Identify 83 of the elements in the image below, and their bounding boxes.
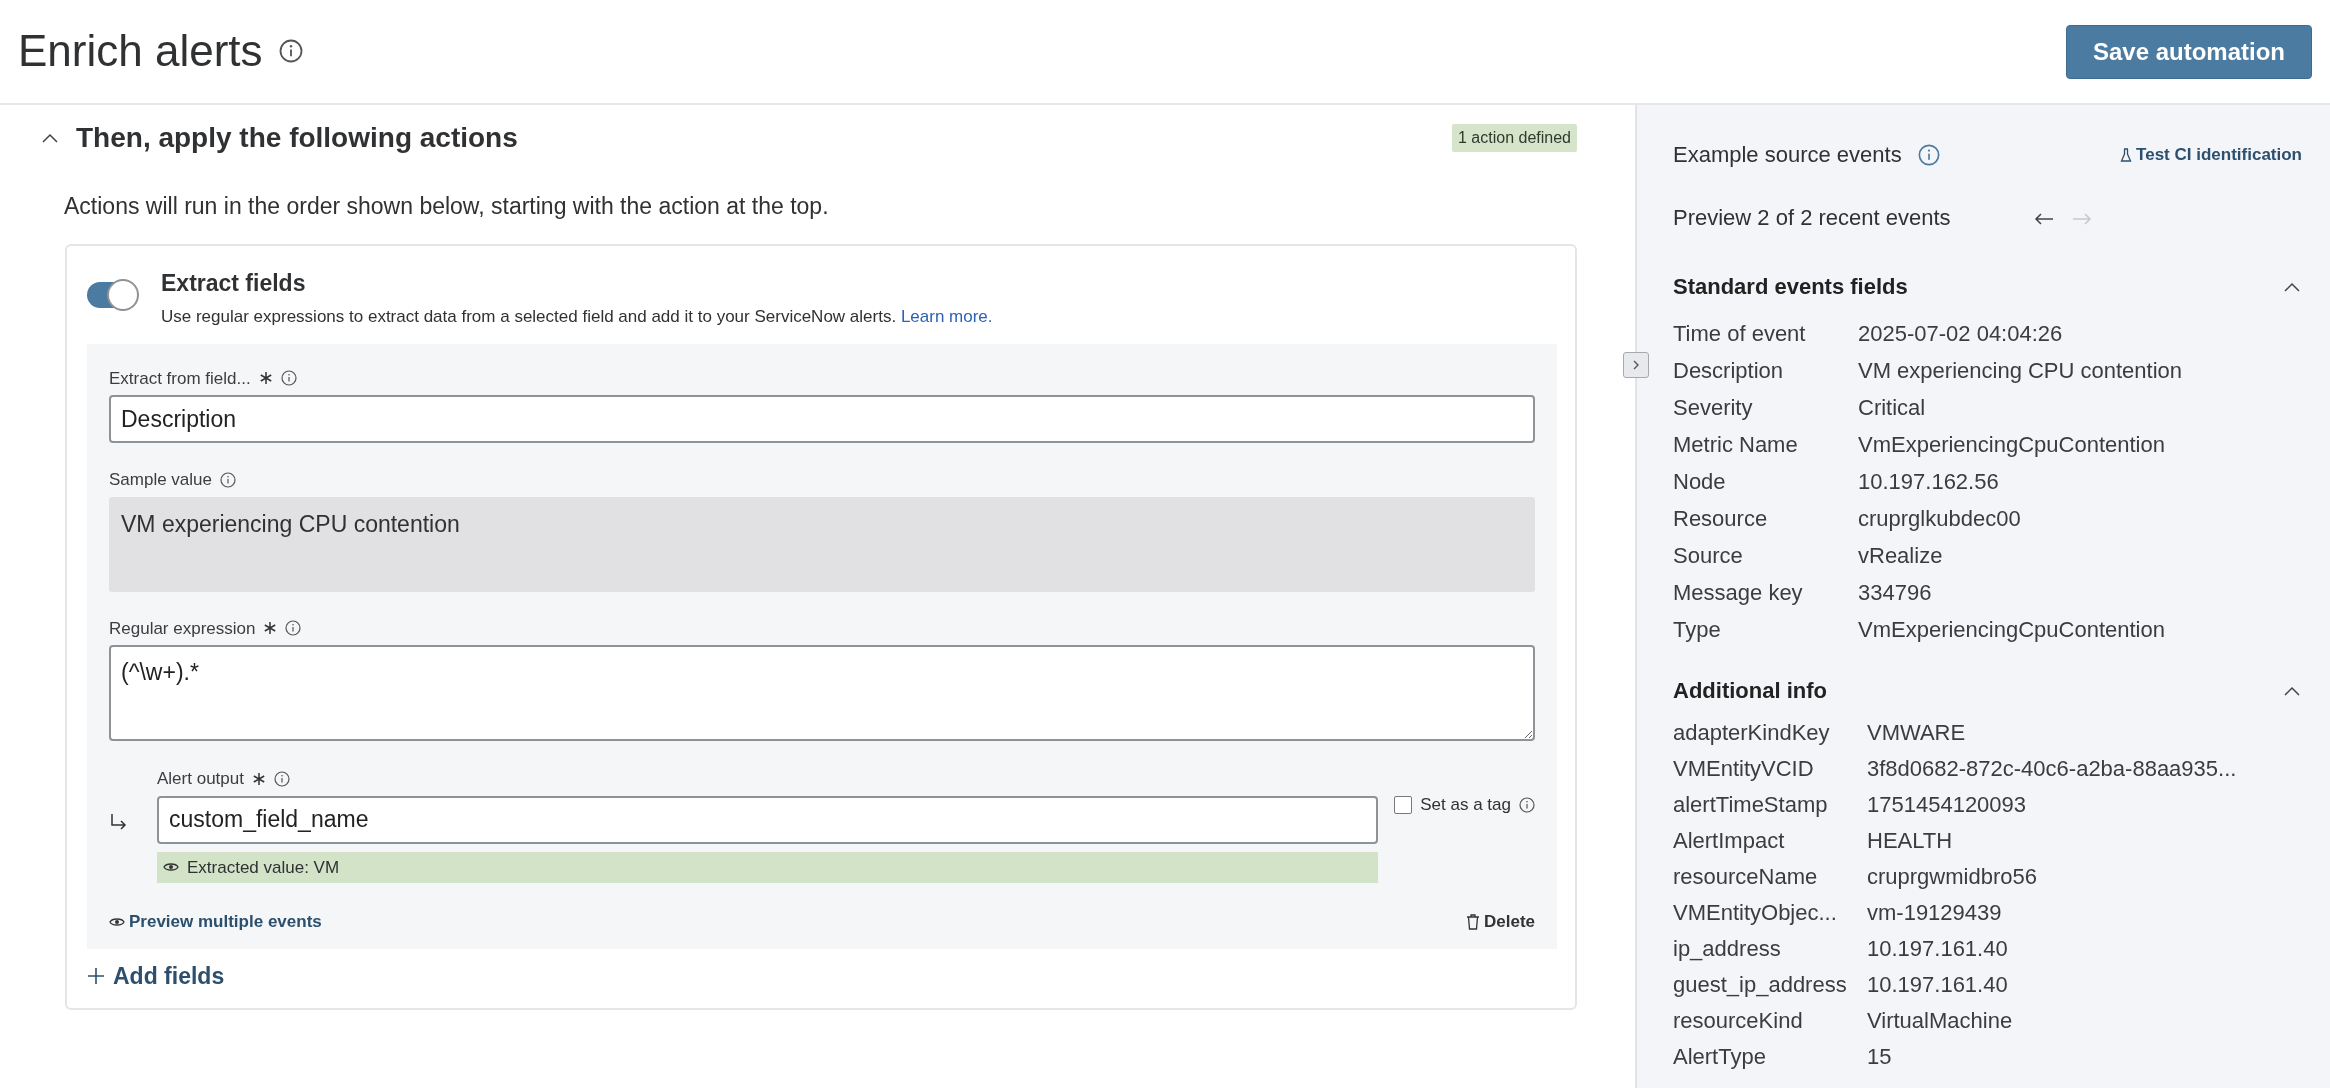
info-icon[interactable] [220, 471, 236, 488]
group-title: Additional info [1673, 677, 1827, 705]
field-value: VmExperiencingCpuContention [1858, 431, 2165, 459]
field-key: Message key [1673, 574, 1858, 611]
field-label: Alert output [157, 768, 244, 790]
group-title: Standard events fields [1673, 273, 1908, 301]
field-label: Regular expression [109, 617, 256, 640]
field-key: resourceName [1673, 859, 1867, 895]
panel-title: Example source events [1673, 141, 1902, 169]
delete-button[interactable]: Delete [1465, 913, 1535, 931]
input-field[interactable]: custom_field_name [157, 795, 1379, 844]
field-key: Node [1673, 463, 1858, 500]
field-value: 3f8d0682-872c-40c6-a2ba-88aa935... [1867, 755, 2237, 783]
info-icon[interactable] [273, 770, 290, 787]
chevron-right-icon [1631, 359, 1641, 371]
field-value: 15 [1867, 1043, 1892, 1071]
field-value: cruprglkubdec00 [1858, 505, 2021, 533]
field-value: vm-19129439 [1867, 899, 2002, 927]
field-key: Time of event [1673, 315, 1858, 352]
action-description: Use regular expressions to extract data from a selected field and add it to your ServiceNow alerts. [161, 307, 897, 326]
field-key: adapterKindKey [1673, 715, 1867, 751]
eye-icon [163, 861, 179, 874]
field-key: Source [1673, 537, 1858, 574]
field-value: 10.197.162.56 [1858, 468, 1999, 496]
required-icon [263, 621, 278, 636]
section-description: Actions will run in the order shown below, starting with the action at the top. [63, 192, 830, 221]
page-title: Enrich alerts [18, 25, 263, 78]
toggle-switch[interactable] [87, 281, 137, 308]
field-label: Sample value [109, 469, 212, 491]
test-ci-link[interactable]: Test CI identification [2120, 141, 2302, 168]
field-key: Type [1673, 611, 1858, 648]
regex-field[interactable]: (^\w+).* [109, 645, 1535, 741]
action-title: Extract fields [161, 268, 307, 298]
save-button[interactable]: Save automation [2065, 24, 2312, 79]
input-field[interactable]: Description [109, 395, 1535, 443]
field-key: alertTimeStamp [1673, 787, 1867, 823]
info-icon[interactable] [280, 370, 297, 387]
field-key: AlertImpact [1673, 823, 1867, 859]
field-value: VMWARE [1867, 719, 1966, 747]
learn-more-link[interactable]: Learn more. [900, 307, 993, 326]
field-value: 10.197.161.40 [1867, 971, 2008, 999]
trash-icon [1465, 913, 1480, 930]
field-value: Critical [1858, 394, 1926, 422]
field-value: 1751454120093 [1867, 791, 2027, 819]
field-key: guest_ip_address [1673, 967, 1867, 1003]
field-value: vRealize [1858, 542, 1943, 570]
field-key: Resource [1673, 500, 1858, 537]
collapse-chevron-icon[interactable] [40, 131, 60, 145]
add-fields-button[interactable]: Add fields [87, 964, 225, 988]
field-key: VMEntityObjec... [1673, 895, 1867, 931]
field-value: HEALTH [1867, 827, 1953, 855]
plus-icon [87, 967, 105, 985]
checkbox[interactable] [1394, 795, 1413, 814]
info-icon[interactable] [1917, 143, 1940, 166]
preview-count: Preview 2 of 2 recent events [1673, 204, 1952, 232]
field-key: Severity [1673, 389, 1858, 426]
section-title: Then, apply the following actions [76, 121, 518, 155]
field-key: VMEntityVCID [1673, 751, 1867, 787]
field-value: 334796 [1858, 579, 1932, 607]
flask-icon [2120, 147, 2133, 162]
field-value: VM experiencing CPU contention [1858, 357, 2183, 385]
field-key: AlertType [1673, 1039, 1867, 1075]
sample-value: VM experiencing CPU contention [109, 496, 1535, 592]
info-icon[interactable] [285, 620, 302, 637]
extracted-value: Extracted value: VM [187, 856, 340, 879]
required-icon [258, 371, 273, 386]
field-key: ip_address [1673, 931, 1867, 967]
field-key: Description [1673, 352, 1858, 389]
field-value: VmExperiencingCpuContention [1858, 616, 2165, 644]
field-value: cruprgwmidbro56 [1867, 863, 2037, 891]
info-icon[interactable] [1519, 796, 1535, 813]
field-value: VirtualMachine [1867, 1007, 2013, 1035]
info-icon[interactable] [278, 39, 303, 64]
field-key: Metric Name [1673, 426, 1858, 463]
field-value: 10.197.161.40 [1867, 935, 2008, 963]
field-value: 2025-07-02 04:04:26 [1858, 320, 2063, 348]
preview-multiple-events-link[interactable]: Preview multiple events [109, 909, 322, 935]
action-count-badge: 1 action defined [1452, 124, 1577, 152]
required-icon [251, 771, 266, 786]
checkbox-label: Set as a tag [1420, 794, 1511, 816]
eye-icon [109, 915, 125, 928]
field-key: resourceKind [1673, 1003, 1867, 1039]
field-label: Extract from field... [109, 367, 251, 390]
